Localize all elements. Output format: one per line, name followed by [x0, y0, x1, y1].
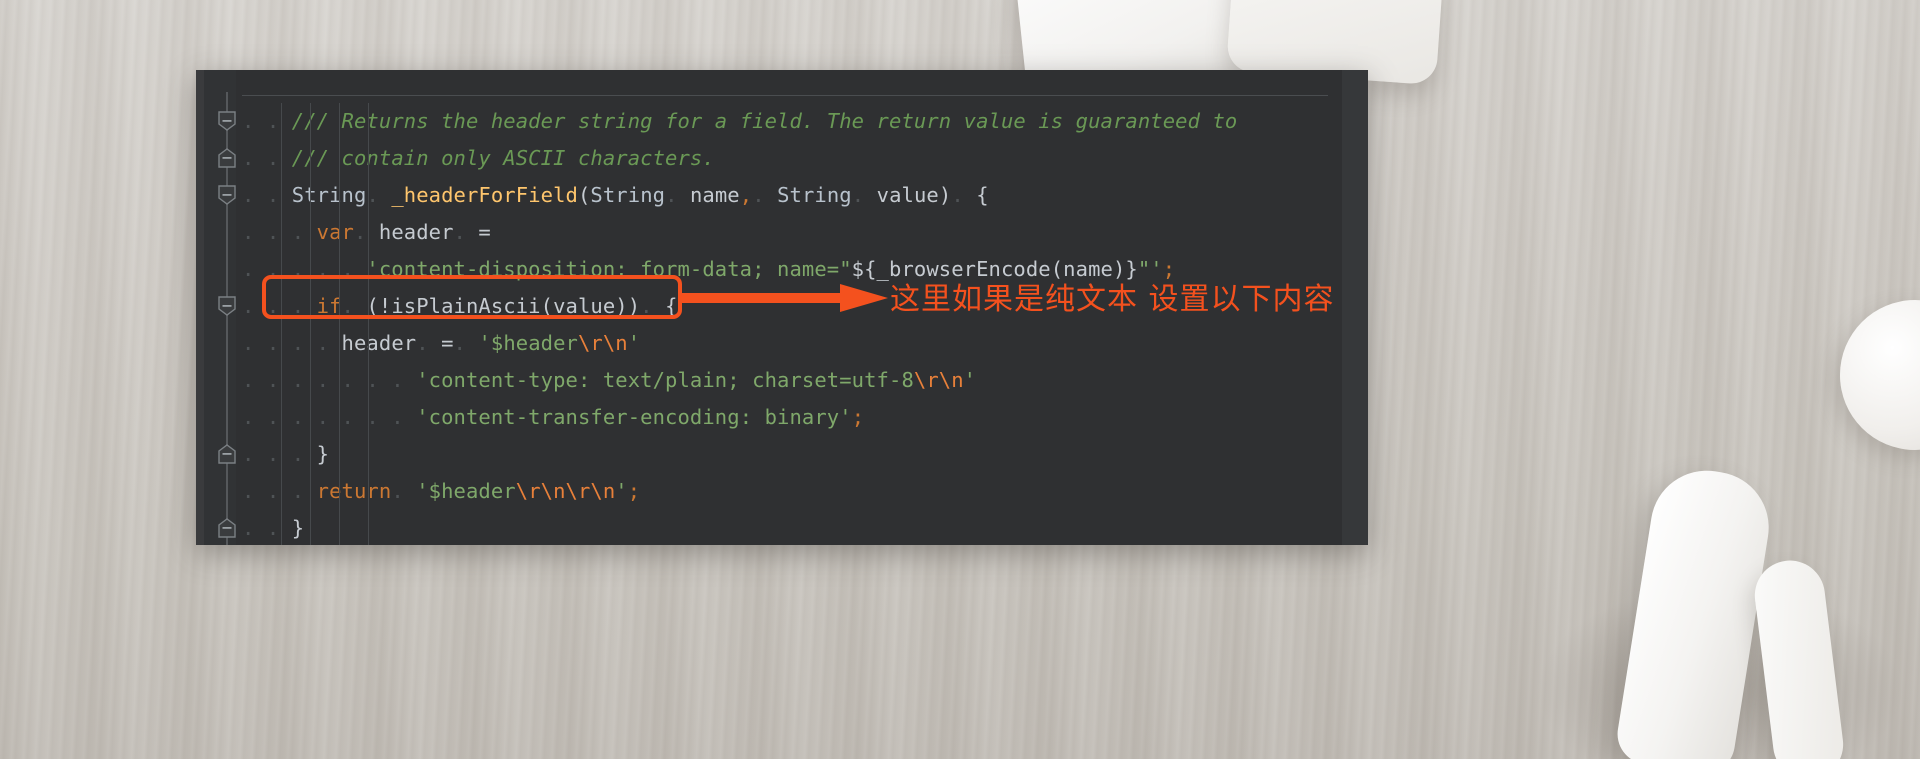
code-token-dots: . . . . . . .: [242, 405, 417, 429]
code-line[interactable]: . . . . header. =. '$header\r\n': [236, 325, 1342, 362]
code-token-punct: }: [291, 516, 305, 540]
code-token-interp: ${_browserEncode(name)}: [851, 257, 1138, 281]
code-token-plain: name: [689, 183, 740, 207]
code-token-dot: .: [366, 183, 392, 207]
code-token-punct: (!isPlainAscii(value)): [366, 294, 641, 318]
code-token-dots: . . .: [242, 442, 317, 466]
editor-gutter[interactable]: [204, 70, 236, 545]
code-token-dots: . . . .: [242, 331, 342, 355]
code-token-punct: (: [577, 183, 591, 207]
code-token-plain: =: [441, 331, 454, 355]
indent-guide: [339, 103, 340, 545]
fold-collapse-down-icon[interactable]: [217, 296, 237, 316]
white-cable-object-2: [1750, 556, 1848, 759]
code-token-kw: return: [316, 479, 392, 503]
indent-guide: [281, 103, 282, 545]
white-cable-object: [1613, 462, 1777, 759]
code-token-str: 'content-transfer-encoding: binary': [416, 405, 852, 429]
code-token-str: 'content-type: text/plain; charset=utf-8: [416, 368, 914, 392]
code-token-kw: var: [316, 220, 354, 244]
code-token-str: '$header: [478, 331, 578, 355]
code-token-dot: .: [951, 183, 977, 207]
code-line[interactable]: . . }: [236, 510, 1342, 545]
code-token-str: '$header: [416, 479, 516, 503]
code-token-doc: /// Returns the header string for a fiel…: [291, 109, 1238, 133]
code-token-punct: {: [665, 294, 678, 318]
code-token-dot: .: [752, 183, 778, 207]
code-token-str: ': [627, 331, 641, 355]
code-token-dots: . . .: [242, 220, 317, 244]
code-token-dots: . . .: [242, 294, 317, 318]
code-token-dot: .: [640, 294, 666, 318]
code-token-dots: . .: [242, 183, 292, 207]
indent-guide: [310, 103, 311, 545]
code-token-dots: . . . . .: [242, 257, 367, 281]
fold-collapse-down-icon[interactable]: [217, 185, 237, 205]
code-token-semi: ;: [627, 479, 641, 503]
code-token-dot: .: [453, 331, 479, 355]
indent-guide: [368, 103, 369, 545]
code-token-dots: . .: [242, 516, 292, 540]
code-token-esc: \r\n\r\n: [515, 479, 616, 503]
code-line[interactable]: . . . var. header. =: [236, 214, 1342, 251]
editor-left-border: [196, 70, 204, 545]
code-line[interactable]: . . . }: [236, 436, 1342, 473]
code-token-str: "': [1137, 257, 1163, 281]
code-token-dot: .: [416, 331, 442, 355]
code-token-str: ': [615, 479, 628, 503]
code-token-punct: {: [976, 183, 989, 207]
code-token-dots: . .: [242, 109, 292, 133]
code-token-doc: /// contain only ASCII characters.: [291, 146, 715, 170]
code-token-kw: if: [316, 294, 342, 318]
fold-collapse-down-icon[interactable]: [217, 111, 237, 131]
code-token-type: String: [291, 183, 367, 207]
code-token-plain: =: [478, 220, 491, 244]
code-token-esc: \r\n: [913, 368, 964, 392]
code-token-dot: .: [851, 183, 877, 207]
code-token-fn: _headerForField: [391, 183, 578, 207]
annotation-text: 这里如果是纯文本 设置以下内容: [890, 282, 1335, 317]
code-line[interactable]: . . . . . . . 'content-transfer-encoding…: [236, 399, 1342, 436]
code-line[interactable]: . . . . . . . 'content-type: text/plain;…: [236, 362, 1342, 399]
code-token-plain: value: [876, 183, 939, 207]
code-token-type: String: [590, 183, 666, 207]
code-token-plain: header: [378, 220, 454, 244]
code-token-punct: ): [938, 183, 952, 207]
code-line[interactable]: . . . return. '$header\r\n\r\n';: [236, 473, 1342, 510]
fold-collapse-up-icon[interactable]: [217, 444, 237, 464]
annotation-arrow-icon: [680, 284, 888, 312]
code-token-str: 'content-disposition: form-data; name=": [366, 257, 852, 281]
fold-collapse-up-icon[interactable]: [217, 518, 237, 538]
code-token-dot: .: [353, 220, 379, 244]
code-token-type: String: [777, 183, 852, 207]
code-token-dots: . . .: [242, 479, 317, 503]
code-token-dots: . .: [242, 146, 292, 170]
code-token-dot: .: [391, 479, 417, 503]
code-line[interactable]: . . String. _headerForField(String. name…: [236, 177, 1342, 214]
code-token-comma: ,: [739, 183, 753, 207]
code-token-esc: \r\n: [577, 331, 628, 355]
code-line[interactable]: . . /// Returns the header string for a …: [236, 103, 1342, 140]
editor-scrollbar[interactable]: [1342, 70, 1368, 545]
code-line[interactable]: . . /// contain only ASCII characters.: [236, 140, 1342, 177]
fold-collapse-up-icon[interactable]: [217, 148, 237, 168]
code-token-plain: header: [341, 331, 417, 355]
code-token-dots: . . . . . . .: [242, 368, 417, 392]
code-token-semi: ;: [851, 405, 865, 429]
code-token-punct: }: [316, 442, 330, 466]
code-token-str: ': [963, 368, 977, 392]
code-token-dot: .: [453, 220, 479, 244]
code-token-dot: .: [341, 294, 367, 318]
code-token-dot: .: [665, 183, 690, 207]
white-round-object: [1840, 300, 1920, 450]
code-token-semi: ;: [1162, 257, 1176, 281]
